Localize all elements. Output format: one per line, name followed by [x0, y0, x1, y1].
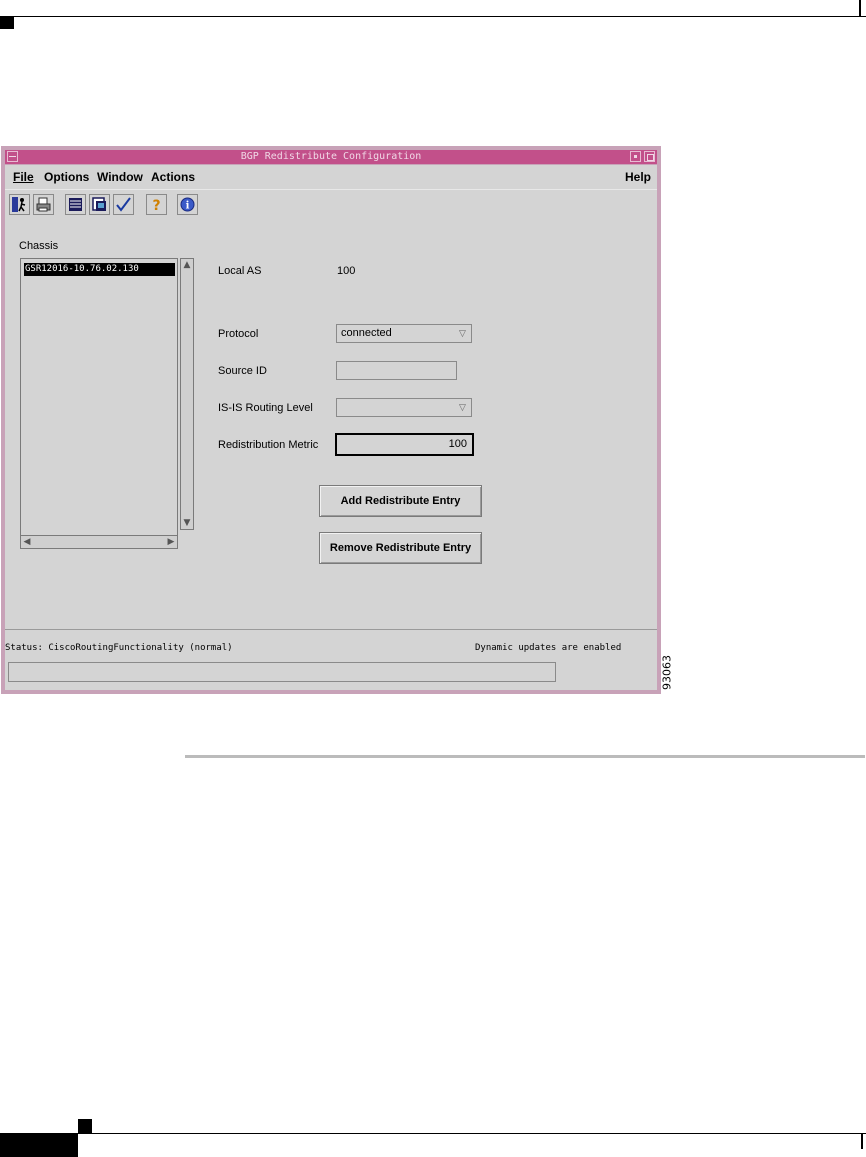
section-rule: [185, 755, 865, 758]
menu-file-label: File: [13, 170, 34, 184]
source-id-label: Source ID: [218, 365, 267, 377]
bottom-page-bar: [0, 1134, 78, 1157]
menu-window[interactable]: Window: [97, 170, 143, 184]
scroll-down-arrow-icon[interactable]: ▼: [181, 517, 193, 529]
top-rule: [0, 16, 866, 17]
bottom-rule: [0, 1133, 866, 1134]
local-as-label: Local AS: [218, 265, 262, 277]
chassis-list[interactable]: GSR12016-10.76.02.130: [20, 258, 178, 538]
dropdown-arrow-icon: ▽: [459, 402, 466, 412]
status-text: Status: CiscoRoutingFunctionality (norma…: [5, 643, 233, 653]
window-title: BGP Redistribute Configuration: [240, 151, 422, 162]
figure-number: 93063: [660, 655, 674, 690]
status-bar: [8, 662, 556, 682]
bottom-page-marker: [78, 1119, 92, 1133]
chassis-vertical-scrollbar[interactable]: ▲ ▼: [180, 258, 194, 530]
isis-routing-level-select[interactable]: ▽: [336, 398, 472, 417]
maximize-button[interactable]: [644, 151, 655, 162]
print-icon[interactable]: [33, 194, 54, 215]
window-client: File Options Window Actions Help ? i Cha…: [5, 165, 657, 690]
title-bar[interactable]: BGP Redistribute Configuration: [5, 150, 657, 164]
dynamic-updates-text: Dynamic updates are enabled: [475, 643, 622, 653]
menu-file[interactable]: File: [13, 170, 34, 184]
svg-text:i: i: [186, 201, 190, 212]
menu-actions-label: Actions: [151, 170, 196, 184]
dropdown-arrow-icon: ▽: [459, 328, 466, 338]
menu-actions[interactable]: Actions: [151, 170, 195, 184]
exit-icon[interactable]: [9, 194, 30, 215]
menu-help[interactable]: Help: [625, 170, 651, 184]
redistribution-metric-field[interactable]: 100: [335, 433, 474, 456]
top-page-marker: [0, 17, 14, 29]
chassis-list-item[interactable]: GSR12016-10.76.02.130: [24, 263, 175, 276]
redistribution-metric-label: Redistribution Metric: [218, 439, 319, 451]
menu-bar: File Options Window Actions Help: [5, 165, 657, 190]
protocol-select-value: connected: [341, 327, 392, 339]
content-area: Chassis GSR12016-10.76.02.130 ▲ ▼ ◀ ▶ Lo…: [5, 225, 657, 625]
minimize-button[interactable]: [630, 151, 641, 162]
menu-options-label: Options: [44, 170, 90, 184]
local-as-value: 100: [337, 265, 356, 277]
source-id-field[interactable]: [336, 361, 457, 380]
menu-window-label: Window: [97, 170, 143, 184]
list-icon[interactable]: [65, 194, 86, 215]
chassis-label: Chassis: [19, 240, 59, 252]
top-rule-tick: [859, 0, 861, 17]
svg-text:?: ?: [152, 198, 160, 213]
bottom-rule-tick: [861, 1133, 863, 1149]
help-icon[interactable]: ?: [146, 194, 167, 215]
bgp-redistribute-window: BGP Redistribute Configuration File Opti…: [1, 146, 661, 694]
menu-options[interactable]: Options: [44, 170, 89, 184]
chassis-horizontal-scrollbar[interactable]: ◀ ▶: [20, 535, 178, 549]
info-icon[interactable]: i: [177, 194, 198, 215]
protocol-select[interactable]: connected ▽: [336, 324, 472, 343]
properties-icon[interactable]: [89, 194, 110, 215]
isis-routing-level-label: IS-IS Routing Level: [218, 402, 313, 414]
toolbar: ? i: [5, 192, 657, 218]
remove-redistribute-entry-button[interactable]: Remove Redistribute Entry: [319, 532, 482, 564]
scroll-right-arrow-icon[interactable]: ▶: [165, 536, 177, 548]
menu-help-label: Help: [625, 170, 652, 184]
protocol-label: Protocol: [218, 328, 259, 340]
apply-check-icon[interactable]: [113, 194, 134, 215]
scroll-left-arrow-icon[interactable]: ◀: [21, 536, 33, 548]
status-divider: [5, 629, 657, 630]
add-redistribute-entry-button[interactable]: Add Redistribute Entry: [319, 485, 482, 517]
scroll-up-arrow-icon[interactable]: ▲: [181, 259, 193, 271]
